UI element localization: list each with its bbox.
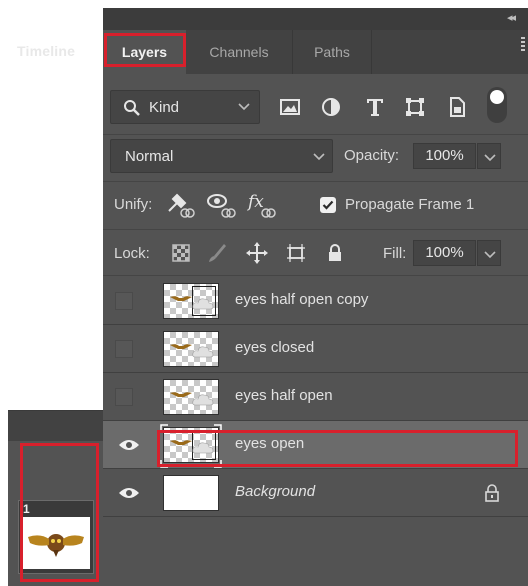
eye-icon[interactable] (118, 438, 140, 452)
search-icon (124, 100, 140, 116)
owl-thumbnail (170, 344, 192, 349)
divider (103, 275, 528, 276)
pixel-layer-filter-icon[interactable] (279, 96, 301, 118)
panel-tabbar: Layers Channels Paths (103, 30, 528, 74)
lock-image-pixels-icon[interactable] (206, 242, 228, 264)
layer-name[interactable]: eyes open (235, 435, 304, 452)
lock-transparent-pixels-icon[interactable] (170, 242, 192, 264)
type-layer-filter-icon[interactable] (364, 96, 386, 118)
propagate-frame-checkbox[interactable] (320, 197, 336, 213)
layer-row-selected[interactable]: eyes open (103, 421, 528, 469)
owl-thumbnail (170, 440, 192, 445)
layer-row[interactable]: eyes half open (103, 373, 528, 421)
layer-thumbnail[interactable] (163, 379, 219, 415)
shape-layer-filter-icon[interactable] (404, 96, 426, 118)
owl-thumbnail (170, 392, 192, 397)
lock-label: Lock: (114, 245, 150, 262)
layer-visibility-toggle[interactable] (115, 388, 133, 406)
lock-position-icon[interactable] (246, 242, 268, 264)
layer-visibility-toggle[interactable] (115, 340, 133, 358)
frame-number: 1 (23, 502, 30, 516)
layer-name[interactable]: eyes closed (235, 339, 314, 356)
smart-object-filter-icon[interactable] (446, 96, 468, 118)
blend-mode-value: Normal (125, 148, 174, 165)
divider (103, 134, 528, 135)
blend-mode-select[interactable]: Normal (110, 139, 333, 173)
unify-style-icon[interactable]: fx (246, 191, 276, 219)
owl-thumbnail (170, 296, 192, 301)
filter-kind-select[interactable]: Kind (110, 90, 260, 124)
tab-layers[interactable]: Layers (103, 30, 186, 74)
layer-thumbnail[interactable] (163, 331, 219, 367)
cloud-thumbnail (192, 442, 214, 454)
filter-toggle-switch[interactable] (487, 87, 507, 123)
frame-thumbnail (22, 517, 90, 569)
cloud-thumbnail (192, 298, 214, 310)
layer-row[interactable]: eyes closed (103, 325, 528, 373)
opacity-label: Opacity: (344, 147, 400, 164)
tab-channels[interactable]: Channels (186, 30, 292, 74)
svg-text:fx: fx (246, 192, 264, 212)
tab-paths[interactable]: Paths (292, 30, 372, 74)
panel-topbar: ◂◂ (103, 8, 528, 30)
layer-thumbnail[interactable] (163, 475, 219, 511)
layer-name[interactable]: Background (235, 483, 315, 500)
collapse-panel-icon[interactable]: ◂◂ (507, 11, 516, 24)
layer-thumbnail[interactable] (163, 283, 219, 319)
timeline-frame-1[interactable]: 1 (18, 500, 94, 574)
filter-kind-label: Kind (149, 99, 180, 116)
chevron-down-icon (484, 251, 496, 259)
fill-dropdown-button[interactable] (477, 240, 501, 266)
adjustment-layer-filter-icon[interactable] (320, 96, 342, 118)
lock-all-icon[interactable] (324, 242, 346, 264)
layer-name[interactable]: eyes half open copy (235, 291, 368, 308)
tab-timeline[interactable]: Timeline (17, 43, 75, 59)
layer-visibility-toggle[interactable] (115, 292, 133, 310)
unify-visibility-icon[interactable] (206, 191, 236, 219)
layer-name[interactable]: eyes half open (235, 387, 333, 404)
panel-menu-icon[interactable] (521, 37, 525, 53)
opacity-dropdown-button[interactable] (477, 143, 501, 169)
layer-row[interactable]: eyes half open copy (103, 277, 528, 325)
chevron-down-icon (313, 153, 325, 161)
checkmark-icon (322, 200, 334, 210)
owl-image (28, 534, 84, 557)
unify-label: Unify: (114, 196, 153, 213)
divider (103, 181, 528, 182)
lock-icon (485, 484, 499, 502)
unify-position-icon[interactable] (165, 191, 195, 219)
cloud-thumbnail (192, 346, 214, 358)
fill-label: Fill: (383, 245, 407, 262)
cloud-thumbnail (192, 394, 214, 406)
lock-artboard-icon[interactable] (285, 242, 307, 264)
layer-thumbnail[interactable] (163, 427, 219, 463)
layer-row[interactable]: Background (103, 469, 528, 517)
opacity-input[interactable]: 100% (413, 143, 476, 169)
chevron-down-icon (484, 154, 496, 162)
eye-icon[interactable] (118, 486, 140, 500)
timeline-header (8, 411, 104, 441)
propagate-frame-label: Propagate Frame 1 (345, 196, 475, 213)
fill-input[interactable]: 100% (413, 240, 476, 266)
chevron-down-icon (238, 103, 250, 111)
divider (103, 229, 528, 230)
